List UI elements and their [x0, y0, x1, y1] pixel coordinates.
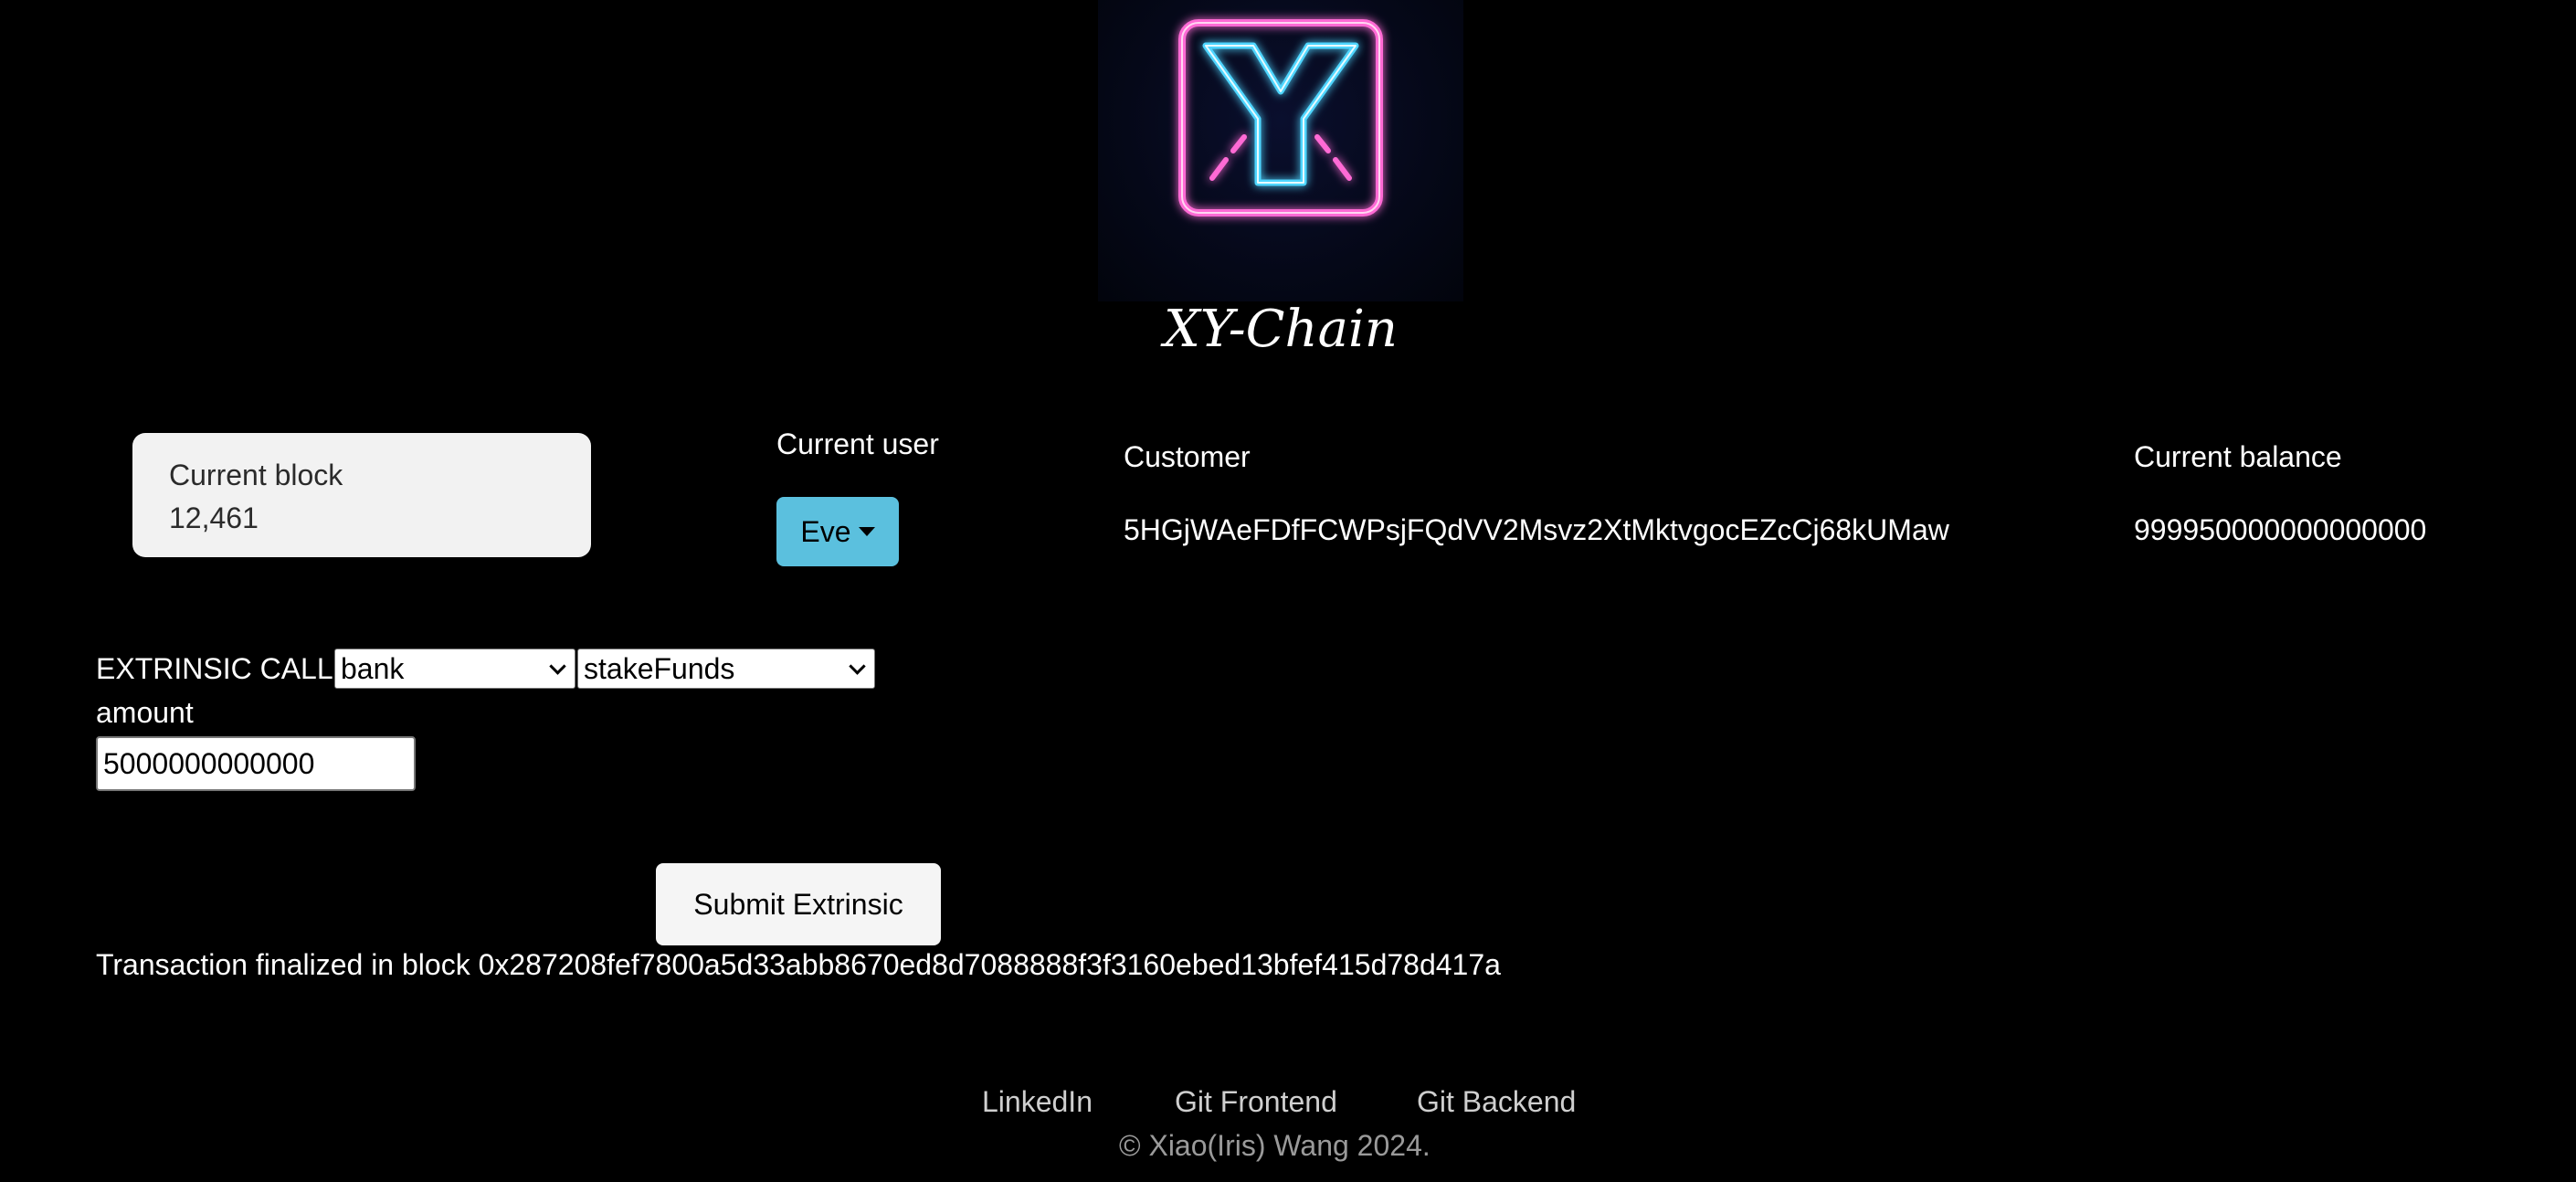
current-block-label: Current block [169, 459, 343, 491]
current-user-label: Current user [776, 427, 939, 460]
logo [1098, 0, 1463, 301]
call-select[interactable]: stakeFunds [577, 649, 875, 689]
footer-link-linkedin[interactable]: LinkedIn [982, 1085, 1093, 1119]
call-select-value: stakeFunds [584, 651, 735, 685]
user-select-dropdown[interactable]: Eve [776, 497, 899, 566]
extrinsic-call-label: EXTRINSIC CALL [96, 652, 333, 685]
user-select-value: Eve [800, 514, 851, 548]
brand-title: XY-Chain [1164, 300, 1398, 359]
current-block-value: 12,461 [169, 501, 259, 534]
chevron-down-icon [549, 658, 566, 675]
submit-extrinsic-button[interactable]: Submit Extrinsic [656, 863, 941, 945]
amount-label: amount [96, 696, 194, 729]
balance-header: Current balance [2134, 440, 2342, 473]
pallet-select-value: bank [341, 651, 405, 685]
current-block-card: Current block 12,461 [132, 433, 591, 557]
copyright: © Xiao(Iris) Wang 2024. [1119, 1129, 1431, 1162]
pallet-select[interactable]: bank [334, 649, 575, 689]
caret-down-icon [858, 527, 875, 536]
footer-link-git-backend[interactable]: Git Backend [1417, 1085, 1576, 1119]
neon-xy-logo-icon [1178, 19, 1383, 216]
customer-address: 5HGjWAeFDfFCWPsjFQdVV2Msvz2XtMktvgocEZcC… [1124, 513, 1949, 546]
balance-value: 999950000000000000 [2134, 513, 2427, 546]
customer-header: Customer [1124, 440, 1251, 473]
chevron-down-icon [849, 658, 866, 675]
transaction-status: Transaction finalized in block 0x287208f… [96, 948, 1501, 981]
amount-input[interactable] [96, 736, 416, 791]
footer-link-git-frontend[interactable]: Git Frontend [1175, 1085, 1337, 1119]
